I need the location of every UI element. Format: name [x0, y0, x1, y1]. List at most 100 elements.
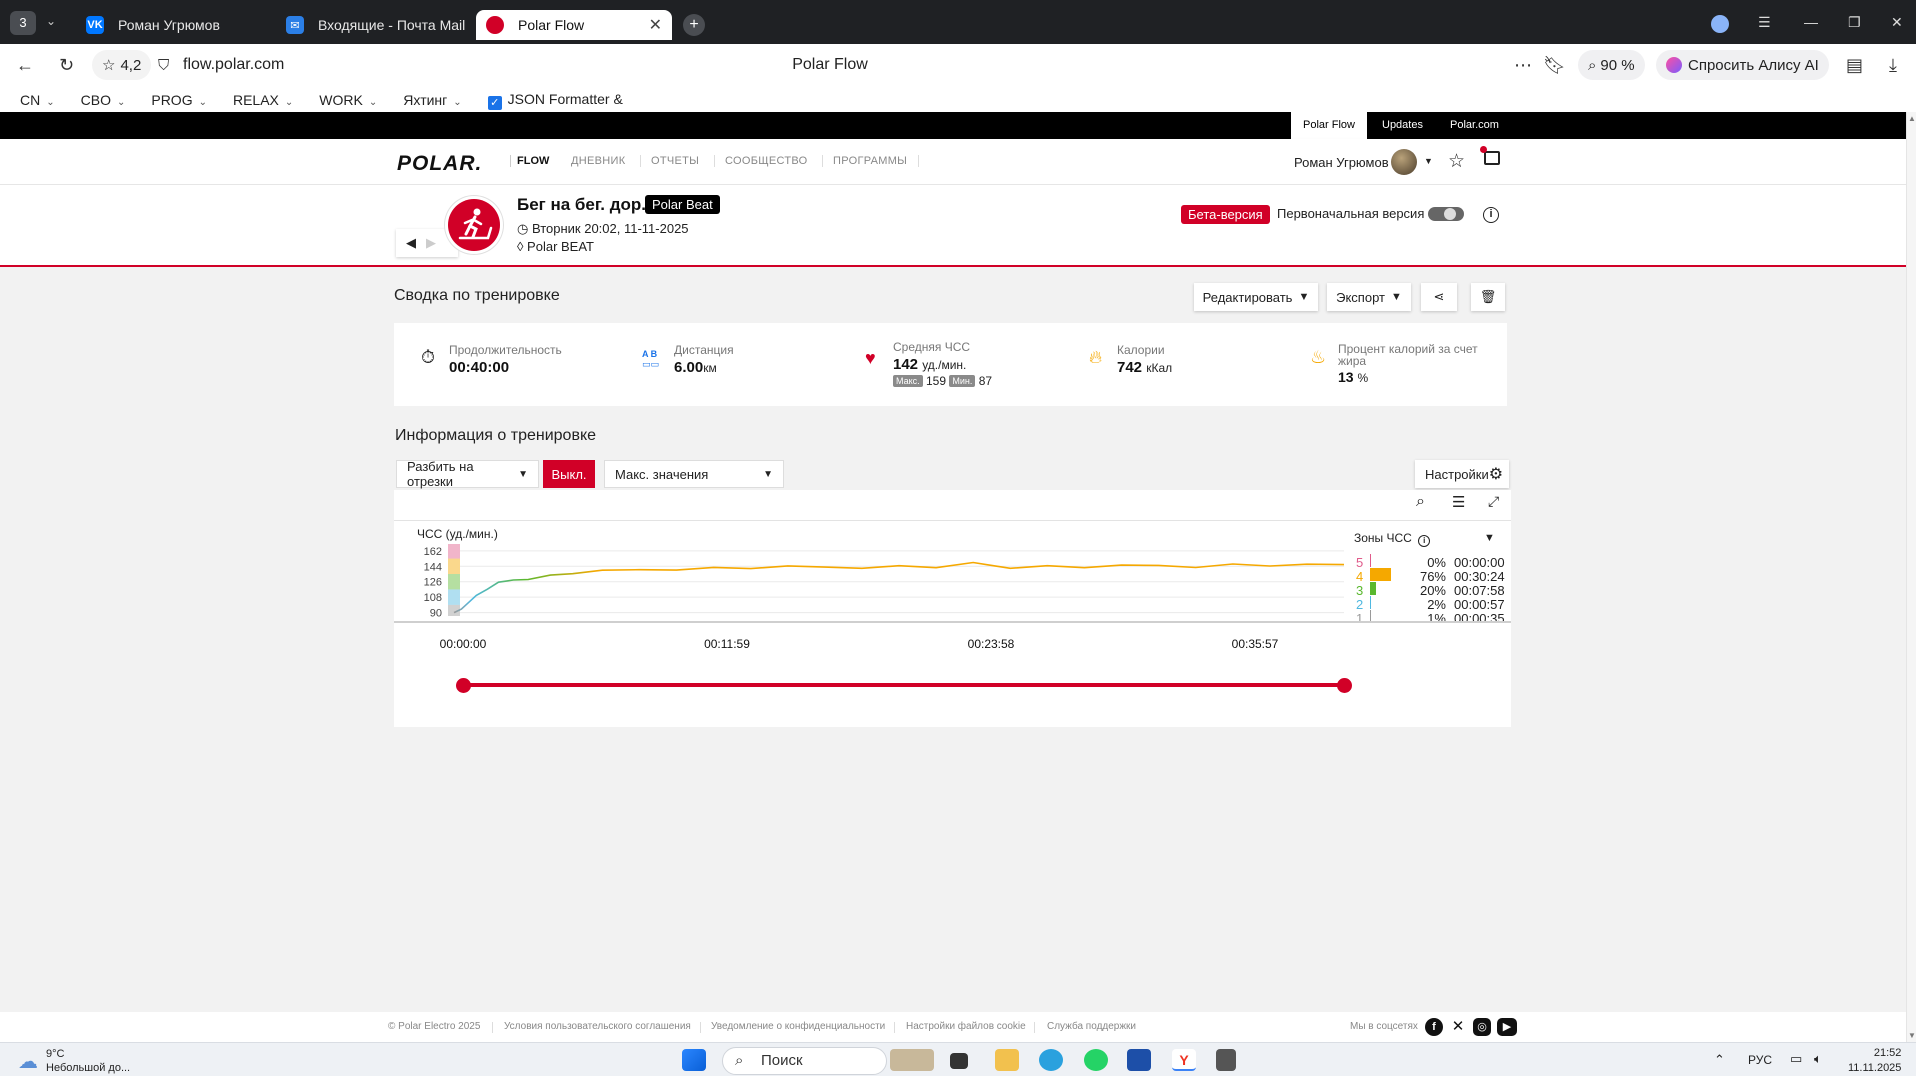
scroll-up-icon[interactable]: ▲ [1908, 114, 1916, 123]
zones-dropdown-caret-icon[interactable]: ▼ [1484, 532, 1495, 544]
footer-link-support[interactable]: Служба поддержки [1047, 1021, 1136, 1032]
restore-icon[interactable]: ❐ [1848, 14, 1861, 31]
tab-counter[interactable]: 3 [10, 11, 36, 35]
more-dots-icon[interactable]: ⋯ [1514, 55, 1532, 76]
calculator-app-icon[interactable] [1127, 1049, 1151, 1071]
calculator-icon[interactable] [1216, 1049, 1236, 1071]
instagram-icon[interactable]: ◎ [1473, 1018, 1491, 1036]
settings-button[interactable]: Настройки ⚙ [1415, 460, 1509, 488]
zoom-in-icon[interactable]: ⌕ [1416, 493, 1425, 511]
x-twitter-icon[interactable]: ✕ [1449, 1018, 1467, 1036]
edit-button[interactable]: Редактировать ▼ [1194, 283, 1318, 311]
timeline-label: 00:00:00 [439, 637, 487, 651]
facebook-icon[interactable]: f [1425, 1018, 1443, 1036]
tab-mail[interactable]: ✉ Входящие - Почта Mail [286, 10, 465, 40]
split-segments-dropdown[interactable]: Разбить на отрезки ▼ [396, 459, 539, 489]
sliders-icon[interactable]: ☰ [1452, 493, 1465, 511]
avatar[interactable] [1391, 149, 1417, 175]
close-window-icon[interactable]: ✕ [1891, 14, 1903, 31]
zone-bar [1370, 582, 1376, 595]
bookmark-icon[interactable]: 🔖︎ [1543, 55, 1566, 76]
menu-icon[interactable]: ☰ [1758, 14, 1771, 31]
timeline-slider-end-handle[interactable] [1337, 678, 1352, 693]
nav-community[interactable]: СООБЩЕСТВО [725, 155, 808, 167]
volume-icon[interactable]: 🔈︎ [1814, 1051, 1822, 1067]
hr-chart[interactable]: 90 108 126 144 162 [394, 530, 1511, 700]
bookmark-relax[interactable]: RELAX ⌄ [233, 92, 293, 108]
nav-programs[interactable]: ПРОГРАММЫ [833, 155, 907, 167]
windows-start-icon[interactable] [682, 1049, 706, 1071]
polar-logo[interactable]: POLAR. [397, 152, 482, 176]
timeline-slider-start-handle[interactable] [456, 678, 471, 693]
zoom-pill[interactable]: ⌕ 90 % [1578, 50, 1645, 80]
yandex-browser-icon[interactable]: Y [1172, 1049, 1196, 1071]
y-tick-label: 144 [424, 561, 442, 573]
scroll-down-icon[interactable]: ▼ [1908, 1031, 1916, 1040]
vertical-scrollbar[interactable]: ▲ ▼ [1906, 112, 1916, 1042]
task-view-icon[interactable] [950, 1053, 968, 1069]
alice-button[interactable]: Спросить Алису AI [1656, 50, 1829, 80]
topbar-polar-flow[interactable]: Polar Flow [1291, 112, 1367, 139]
minimize-icon[interactable]: — [1804, 14, 1818, 30]
tab-list-chevron-icon[interactable]: ⌄ [46, 14, 56, 28]
sync-device-icon[interactable] [1480, 146, 1500, 165]
chevron-down-icon: ⌄ [116, 97, 126, 108]
nav-diary[interactable]: ДНЕВНИК [571, 155, 625, 167]
running-treadmill-icon [448, 199, 500, 251]
whatsapp-icon[interactable] [1084, 1049, 1108, 1071]
original-version-toggle[interactable] [1428, 207, 1464, 221]
prev-training-icon[interactable]: ◀ [406, 235, 416, 251]
file-explorer-icon[interactable] [995, 1049, 1019, 1071]
weather-widget[interactable]: ☁ 9°C Небольшой до... [18, 1047, 130, 1075]
tab-polar-flow[interactable]: Polar Flow ✕ [476, 10, 672, 40]
hr-series-line [453, 561, 1345, 614]
user-name[interactable]: Роман Угрюмов [1294, 155, 1389, 170]
tab-vk[interactable]: VK Роман Угрюмов [86, 10, 220, 40]
zoom-search-icon: ⌕ [1588, 56, 1597, 74]
youtube-icon[interactable]: ▶ [1497, 1018, 1517, 1036]
footer-link-terms[interactable]: Условия пользовательского соглашения [504, 1021, 691, 1032]
profile-icon[interactable] [1711, 15, 1729, 33]
checkbox-icon: ✓ [487, 95, 502, 110]
close-tab-icon[interactable]: ✕ [649, 15, 662, 35]
footer-link-privacy[interactable]: Уведомление о конфиденциальности [711, 1021, 885, 1032]
user-menu-caret-icon[interactable]: ▼ [1424, 156, 1433, 166]
download-icon[interactable]: ⤓ [1889, 55, 1897, 76]
zones-info-icon[interactable]: i [1418, 535, 1431, 547]
bookmarks-bar: CN ⌄ CBO ⌄ PROG ⌄ RELAX ⌄ WORK ⌄ Яхтинг ⌄ ✓ JSO… [0, 88, 1916, 112]
bookmark-json-formatter[interactable]: ✓ JSON Formatter & [487, 91, 623, 110]
share-button[interactable]: ⋖ [1421, 283, 1457, 311]
delete-button[interactable]: 🗑︎ [1471, 283, 1505, 311]
page-footer: © Polar Electro 2025 Условия пользовател… [0, 1012, 1906, 1042]
max-values-dropdown[interactable]: Макс. значения ▼ [604, 460, 784, 488]
tray-chevron-up-icon[interactable]: ⌃ [1714, 1052, 1725, 1068]
bookmark-work[interactable]: WORK ⌄ [319, 92, 377, 108]
split-off-button[interactable]: Выкл. [543, 460, 595, 488]
bookmark-yachting[interactable]: Яхтинг ⌄ [403, 92, 461, 108]
fullscreen-icon[interactable]: ⤢ [1488, 493, 1499, 510]
language-indicator[interactable]: РУС [1748, 1053, 1772, 1067]
network-icon[interactable]: ▭ [1790, 1051, 1802, 1067]
bookmark-cn[interactable]: CN ⌄ [20, 92, 55, 108]
bookmark-cbo[interactable]: CBO ⌄ [81, 92, 126, 108]
export-button[interactable]: Экспорт ▼ [1327, 283, 1411, 311]
timeline-slider-track[interactable] [463, 683, 1345, 687]
topbar-updates[interactable]: Updates [1370, 112, 1435, 139]
footer-social-label: Мы в соцсетях [1350, 1021, 1418, 1032]
new-tab-button[interactable]: + [683, 14, 705, 36]
clock[interactable]: 21:52 11.11.2025 [1848, 1046, 1901, 1076]
bookmark-prog[interactable]: PROG ⌄ [151, 92, 207, 108]
favorite-star-icon[interactable]: ☆ [1448, 150, 1465, 173]
fat-drop-icon: ♨ [1310, 347, 1327, 367]
weather-temp: 9°C [46, 1048, 65, 1060]
next-training-icon[interactable]: ▶ [426, 235, 436, 251]
widgets-icon[interactable] [890, 1049, 934, 1071]
info-icon[interactable]: i [1483, 207, 1499, 223]
topbar-polar-com[interactable]: Polar.com [1438, 112, 1511, 139]
telegram-icon[interactable] [1039, 1049, 1063, 1071]
nav-reports[interactable]: ОТЧЕТЫ [651, 155, 699, 167]
sidebar-panel-icon[interactable]: ▤ [1846, 55, 1863, 76]
taskbar-search[interactable]: ⌕ Поиск [722, 1047, 887, 1075]
footer-link-cookies[interactable]: Настройки файлов cookie [906, 1021, 1026, 1032]
training-device: ◊ Polar BEAT [517, 239, 594, 254]
